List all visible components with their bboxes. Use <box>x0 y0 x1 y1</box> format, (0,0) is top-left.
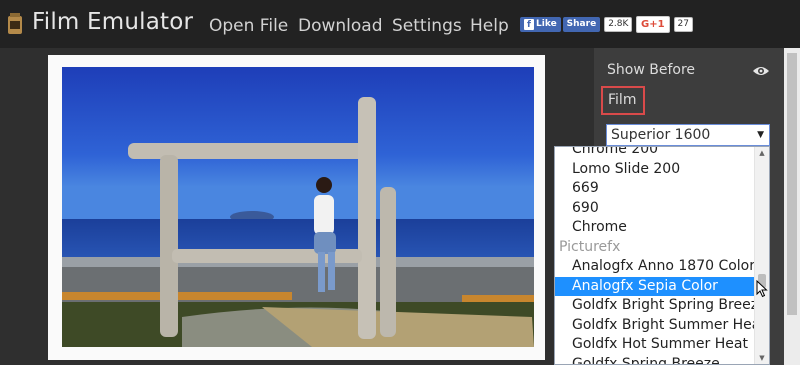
settings-menu[interactable]: Settings <box>392 16 462 36</box>
scroll-up-icon[interactable]: ▲ <box>755 147 769 159</box>
mouse-pointer-icon <box>756 280 768 298</box>
film-canister-icon <box>8 13 22 34</box>
gplus-button[interactable]: G+1 <box>636 16 670 33</box>
show-before-label: Show Before <box>607 62 695 78</box>
film-option[interactable]: Lomo Slide 200 <box>555 160 755 180</box>
page-scrollbar[interactable] <box>784 48 800 365</box>
facebook-icon: f <box>524 19 534 30</box>
film-option[interactable]: Chrome <box>555 218 755 238</box>
page-scrollbar-thumb[interactable] <box>787 53 797 315</box>
film-option[interactable]: Goldfx Hot Summer Heat <box>555 335 755 355</box>
open-file-menu[interactable]: Open File <box>209 16 288 36</box>
film-option[interactable]: Goldfx Bright Spring Breeze <box>555 296 767 316</box>
dropdown-scrollbar[interactable]: ▲ ▼ <box>754 147 769 364</box>
eye-icon[interactable] <box>752 65 770 77</box>
facebook-widget: f Like Share 2.8K <box>520 16 633 33</box>
dropdown-arrow-icon: ▼ <box>757 130 764 140</box>
film-option-selected[interactable]: Analogfx Sepia Color <box>555 276 755 296</box>
scroll-down-icon[interactable]: ▼ <box>755 352 769 364</box>
film-option[interactable]: Goldfx Spring Breeze <box>555 355 755 365</box>
film-dropdown-list[interactable]: Chrome 200 Lomo Slide 200 669 690 Chrome… <box>554 146 770 365</box>
gplus-widget: G+1 27 <box>636 16 693 33</box>
download-menu[interactable]: Download <box>298 16 383 36</box>
film-option[interactable]: Analogfx Anno 1870 Color <box>555 257 755 277</box>
top-bar: Film Emulator Open File Download Setting… <box>0 0 800 48</box>
film-option[interactable]: 690 <box>555 199 755 219</box>
photo-preview[interactable] <box>62 67 534 347</box>
facebook-count: 2.8K <box>604 17 633 32</box>
film-select-value: Superior 1600 <box>611 127 711 143</box>
app-title: Film Emulator <box>32 9 194 35</box>
help-menu[interactable]: Help <box>470 16 509 36</box>
film-option[interactable]: 669 <box>555 179 755 199</box>
facebook-like-button[interactable]: f Like <box>520 17 561 32</box>
gplus-count: 27 <box>673 17 693 32</box>
film-section-label: Film <box>601 86 645 115</box>
film-option[interactable]: Chrome 200 <box>555 147 755 160</box>
facebook-share-button[interactable]: Share <box>562 17 601 32</box>
film-option[interactable]: Goldfx Bright Summer Heat <box>555 316 766 336</box>
film-select[interactable]: Superior 1600 ▼ <box>606 124 770 146</box>
film-group-label: Picturefx <box>559 238 621 255</box>
photo-image <box>62 67 534 347</box>
